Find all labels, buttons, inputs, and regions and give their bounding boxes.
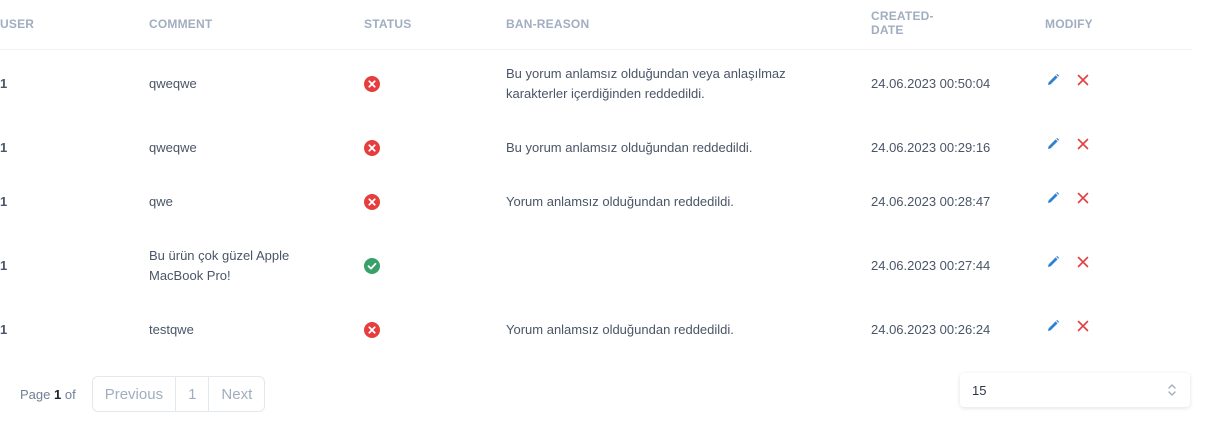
delete-button[interactable] <box>1075 136 1091 152</box>
pagination: Page 1 of Previous 1 Next <box>20 376 266 412</box>
cell-created-date: 24.06.2023 00:29:16 <box>871 139 991 155</box>
cell-ban-reason <box>506 226 871 305</box>
table-row: 1 testqwe Yorum anlamsız olduğundan redded… <box>0 305 1192 354</box>
chevron-up-down-icon <box>1166 381 1178 402</box>
cell-user: 1 <box>0 193 8 209</box>
edit-button[interactable] <box>1045 190 1061 206</box>
cell-ban-reason: Bu yorum anlamsız olduğundan reddedildi. <box>506 139 753 155</box>
cell-status <box>364 118 506 177</box>
x-circle-icon <box>364 140 380 157</box>
table-row: 1 qwe Yorum anlamsız olduğundan reddedildi… <box>0 177 1192 226</box>
x-circle-icon <box>364 194 380 211</box>
cell-modify <box>1045 226 1192 305</box>
cell-ban-reason: Bu yorum anlamsız olduğundan veya anlaşı… <box>506 65 786 101</box>
close-icon <box>1077 256 1089 267</box>
cell-comment: qweqwe <box>149 139 197 155</box>
cell-comment: testqwe <box>149 321 194 337</box>
delete-button[interactable] <box>1075 72 1091 88</box>
cell-status <box>364 226 506 305</box>
cell-ban-reason: Yorum anlamsız olduğundan reddedildi. <box>506 321 734 337</box>
cell-modify <box>1045 177 1192 226</box>
comments-table: USER COMMENT STATUS BAN-REASON CREATED- D… <box>0 0 1192 354</box>
delete-button[interactable] <box>1075 318 1091 334</box>
cell-created-date: 24.06.2023 00:26:24 <box>871 321 991 337</box>
column-header-ban-reason[interactable]: BAN-REASON <box>506 0 871 50</box>
column-header-created-date[interactable]: CREATED- DATE <box>871 0 1045 50</box>
column-header-comment[interactable]: COMMENT <box>149 0 364 50</box>
pencil-icon <box>1048 255 1060 267</box>
page-number-button[interactable]: 1 <box>176 377 210 411</box>
x-circle-icon <box>364 76 380 93</box>
table-row: 1 qweqwe Bu yorum anlamsız olduğundan redd… <box>0 118 1192 177</box>
close-icon <box>1077 192 1089 203</box>
cell-comment: Bu ürün çok güzel Apple MacBook Pro! <box>149 247 290 283</box>
cell-user: 1 <box>0 257 8 273</box>
comments-page: USER COMMENT STATUS BAN-REASON CREATED- D… <box>0 0 1222 422</box>
page-size-value: 15 <box>972 382 987 398</box>
cell-status <box>364 305 506 354</box>
column-header-status[interactable]: STATUS <box>364 0 506 50</box>
previous-page-button[interactable]: Previous <box>93 377 177 411</box>
edit-button[interactable] <box>1045 136 1061 152</box>
table-header-row: USER COMMENT STATUS BAN-REASON CREATED- D… <box>0 0 1192 50</box>
x-circle-icon <box>364 322 380 339</box>
cell-modify <box>1045 305 1192 354</box>
table-row: 1 Bu ürün çok güzel Apple MacBook Pro! 24.… <box>0 226 1192 305</box>
close-icon <box>1077 74 1089 86</box>
cell-modify <box>1045 118 1192 177</box>
close-icon <box>1077 138 1089 149</box>
cell-status <box>364 177 506 226</box>
cell-comment: qweqwe <box>149 75 197 91</box>
table-row: 1 qweqwe Bu yorum anlamsız olduğundan veya… <box>0 49 1192 118</box>
column-header-modify: MODIFY <box>1045 0 1192 50</box>
page-info: Page 1 of <box>20 386 76 402</box>
column-header-user[interactable]: USER <box>0 0 149 50</box>
close-icon <box>1077 320 1089 331</box>
cell-user: 1 <box>0 75 8 91</box>
cell-created-date: 24.06.2023 00:28:47 <box>871 193 991 209</box>
delete-button[interactable] <box>1075 190 1091 206</box>
cell-created-date: 24.06.2023 00:27:44 <box>871 257 991 273</box>
cell-user: 1 <box>0 139 8 155</box>
page-size-select[interactable]: 15 <box>960 373 1190 407</box>
next-page-button[interactable]: Next <box>209 377 264 411</box>
edit-button[interactable] <box>1045 254 1061 270</box>
cell-comment: qwe <box>149 193 173 209</box>
pager-buttons: Previous 1 Next <box>91 376 266 412</box>
cell-modify <box>1045 49 1192 118</box>
edit-button[interactable] <box>1045 72 1061 88</box>
pencil-icon <box>1048 319 1060 331</box>
cell-ban-reason: Yorum anlamsız olduğundan reddedildi. <box>506 193 734 209</box>
check-circle-icon <box>364 258 380 275</box>
pencil-icon <box>1048 137 1060 149</box>
pencil-icon <box>1048 191 1060 203</box>
cell-user: 1 <box>0 321 8 337</box>
delete-button[interactable] <box>1075 254 1091 270</box>
pencil-icon <box>1048 73 1060 85</box>
cell-created-date: 24.06.2023 00:50:04 <box>871 75 991 91</box>
cell-status <box>364 49 506 118</box>
edit-button[interactable] <box>1045 318 1061 334</box>
